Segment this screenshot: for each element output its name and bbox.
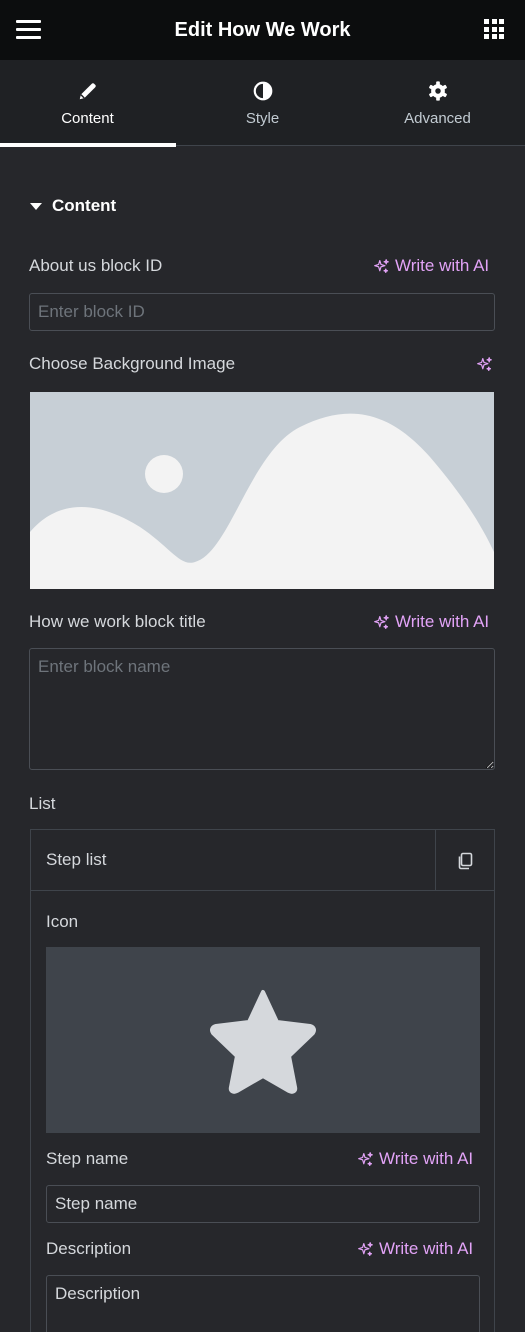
gear-icon: [428, 81, 447, 101]
block-id-write-ai-button[interactable]: Write with AI: [373, 256, 489, 276]
hamburger-menu-icon[interactable]: [16, 20, 41, 39]
sparkle-icon: [374, 258, 389, 273]
step-list-repeater: Step list Icon Step name Write with AI D…: [30, 829, 495, 1332]
duplicate-button[interactable]: [435, 830, 494, 891]
step-name-label: Step name: [46, 1149, 129, 1168]
tab-content-label: Content: [61, 110, 114, 127]
bg-image-ai-button[interactable]: [476, 356, 498, 373]
step-name-input[interactable]: [46, 1185, 480, 1223]
bg-image-label: Choose Background Image: [29, 354, 236, 373]
list-label: List: [29, 794, 56, 813]
block-id-label: About us block ID: [29, 256, 163, 275]
write-ai-label: Write with AI: [395, 256, 490, 275]
apps-grid-icon[interactable]: [484, 19, 504, 39]
block-title-textarea[interactable]: [29, 648, 495, 770]
icon-label: Icon: [46, 912, 79, 931]
content-section-toggle[interactable]: Content: [30, 196, 116, 216]
tab-advanced-label: Advanced: [404, 110, 471, 127]
block-id-input[interactable]: [29, 293, 495, 331]
caret-down-icon: [30, 202, 42, 210]
description-textarea[interactable]: Description: [46, 1275, 480, 1332]
repeater-item-title[interactable]: Step list: [46, 850, 106, 870]
description-write-ai-button[interactable]: Write with AI: [357, 1239, 473, 1259]
tab-advanced[interactable]: Advanced: [350, 60, 525, 146]
tab-content[interactable]: Content: [0, 60, 176, 147]
block-title-write-ai-button[interactable]: Write with AI: [373, 612, 489, 632]
image-placeholder-icon: [30, 392, 494, 589]
icon-picker[interactable]: [46, 947, 480, 1133]
write-ai-label: Write with AI: [395, 612, 490, 631]
panel-tabs: Content Style Advanced: [0, 60, 525, 147]
sparkle-icon: [477, 357, 492, 372]
section-title: Content: [52, 196, 117, 215]
tab-style[interactable]: Style: [175, 60, 350, 146]
star-icon: [210, 990, 316, 1094]
block-title-label: How we work block title: [29, 612, 206, 631]
step-name-write-ai-button[interactable]: Write with AI: [357, 1149, 473, 1169]
half-circle-icon: [253, 81, 272, 101]
sparkle-icon: [358, 1241, 373, 1256]
sparkle-icon: [374, 614, 389, 629]
background-image-placeholder[interactable]: [30, 392, 494, 589]
editor-header: Edit How We Work: [0, 0, 525, 60]
panel-title: Edit How We Work: [174, 18, 351, 41]
sparkle-icon: [358, 1151, 373, 1166]
write-ai-label: Write with AI: [379, 1239, 474, 1258]
repeater-item-header: Step list: [31, 830, 494, 891]
write-ai-label: Write with AI: [379, 1149, 474, 1168]
copy-icon: [458, 852, 473, 869]
pencil-icon: [79, 83, 96, 100]
tab-style-label: Style: [245, 110, 280, 127]
description-label: Description: [46, 1239, 132, 1258]
